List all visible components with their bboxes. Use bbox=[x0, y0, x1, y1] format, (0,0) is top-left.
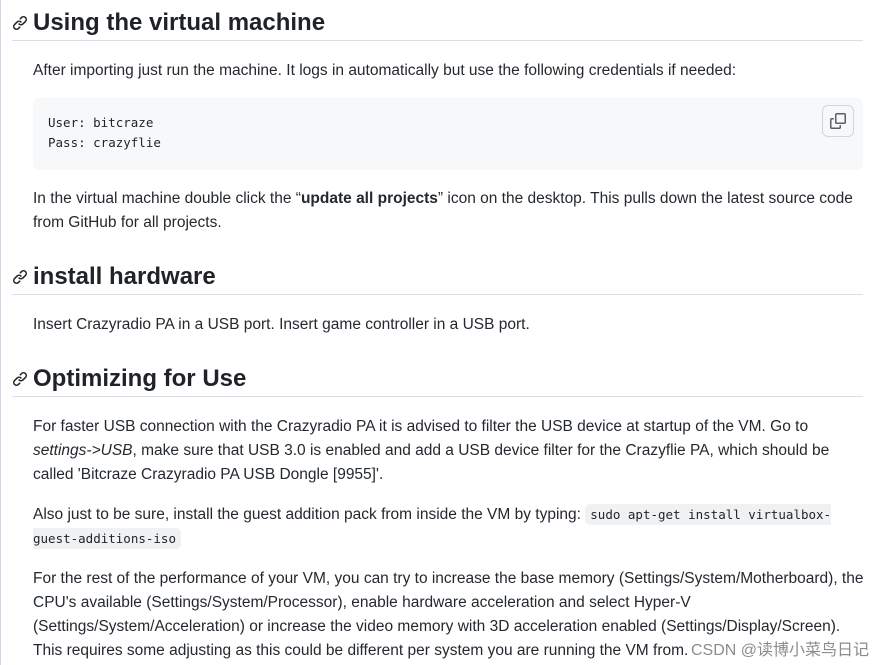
copy-icon bbox=[830, 113, 846, 129]
vm-desktop-text: In the virtual machine double click the … bbox=[33, 187, 865, 235]
text-span: , make sure that USB 3.0 is enabled and … bbox=[33, 442, 830, 483]
heading-install-hardware: install hardware bbox=[12, 258, 863, 295]
section-title: install hardware bbox=[33, 263, 216, 290]
copy-button[interactable] bbox=[822, 105, 854, 137]
italic-text: settings->USB bbox=[33, 442, 133, 459]
left-border bbox=[0, 0, 1, 665]
vm-intro-text: After importing just run the machine. It… bbox=[33, 62, 737, 79]
section-title: Optimizing for Use bbox=[33, 365, 247, 392]
bold-text: update all projects bbox=[300, 190, 438, 207]
code-line: Pass: crazyflie bbox=[48, 135, 161, 150]
text-span: Also just to be sure, install the guest … bbox=[33, 506, 586, 523]
hardware-text: Insert Crazyradio PA in a USB port. Inse… bbox=[33, 316, 530, 333]
credentials-code-block: User: bitcraze Pass: crazyflie bbox=[33, 98, 863, 170]
text-span: In the virtual machine double click the … bbox=[33, 190, 301, 207]
text-span: For faster USB connection with the Crazy… bbox=[33, 418, 809, 435]
heading-optimizing-for-use: Optimizing for Use bbox=[12, 360, 863, 397]
link-icon[interactable] bbox=[12, 15, 30, 33]
link-icon[interactable] bbox=[12, 371, 30, 389]
csdn-watermark: CSDN @读博小菜鸟日记 bbox=[690, 642, 869, 659]
guest-additions-text: Also just to be sure, install the guest … bbox=[33, 503, 865, 551]
heading-using-virtual-machine: Using the virtual machine bbox=[12, 4, 863, 41]
section-title: Using the virtual machine bbox=[33, 9, 326, 36]
usb-filter-text: For faster USB connection with the Crazy… bbox=[33, 415, 865, 487]
link-icon[interactable] bbox=[12, 269, 30, 287]
code-line: User: bitcraze bbox=[48, 115, 154, 130]
